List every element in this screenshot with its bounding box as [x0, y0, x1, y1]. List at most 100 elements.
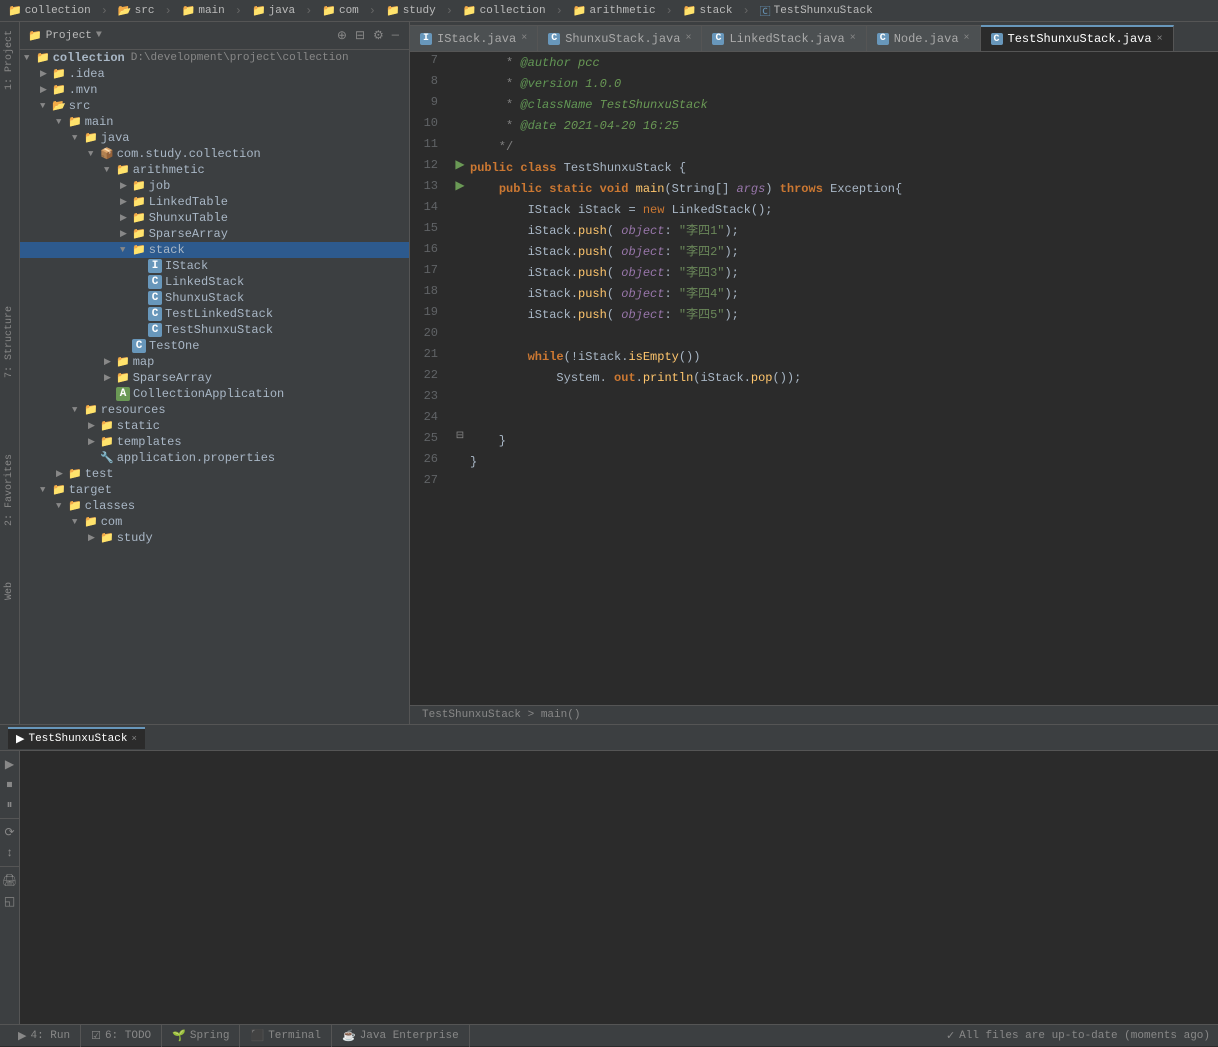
tree-target[interactable]: ▼ 📁 target	[20, 482, 409, 498]
bc-arithmetic[interactable]: 📁 arithmetic	[573, 4, 656, 18]
line-content-16: iStack.push( object: "李四2");	[470, 241, 1218, 262]
tree-sparsearray2[interactable]: ▶ 📁 SparseArray	[20, 370, 409, 386]
tree-classes[interactable]: ▼ 📁 classes	[20, 498, 409, 514]
tree-sparsearray[interactable]: ▶ 📁 SparseArray	[20, 226, 409, 242]
side-tab-favorites[interactable]: 2: Favorites	[1, 446, 18, 534]
tree-test-icon: 📁	[68, 467, 82, 481]
tab-tss-close[interactable]: ×	[1157, 34, 1163, 45]
run-tab-close[interactable]: ×	[132, 734, 137, 744]
line-num-11: 11	[410, 136, 450, 151]
tree-testlinkedstack[interactable]: ▶ C TestLinkedStack	[20, 306, 409, 322]
sidebar-settings-btn[interactable]: ⚙	[371, 28, 386, 43]
tree-map-label: map	[133, 355, 155, 369]
tab-node-close[interactable]: ×	[964, 33, 970, 44]
tree-shunxustack[interactable]: ▶ C ShunxuStack	[20, 290, 409, 306]
tree-sa-icon: 📁	[132, 227, 146, 241]
tree-test[interactable]: ▶ 📁 test	[20, 466, 409, 482]
bc-com[interactable]: 📁 com	[322, 4, 359, 18]
sidebar: 📁 Project ▼ ⊕ ⊟ ⚙ — ▼ 📁 collection D:	[20, 22, 410, 724]
bc-testshunxu[interactable]: 🄲 TestShunxuStack	[760, 3, 873, 19]
tree-mvn[interactable]: ▶ 📁 .mvn	[20, 82, 409, 98]
bc-main[interactable]: 📁 main	[182, 4, 225, 18]
status-tab-spring[interactable]: 🌱 Spring	[162, 1025, 240, 1047]
layout-btn[interactable]: ◱	[2, 892, 17, 911]
sidebar-collapse-btn[interactable]: ⊟	[353, 28, 367, 43]
tree-main-label: main	[85, 115, 114, 129]
editor-area: I IStack.java × C ShunxuStack.java × C L…	[410, 22, 1218, 724]
code-editor[interactable]: 7 * @author pcc 8 * @version 1.0.0 9 * @…	[410, 52, 1218, 705]
dropdown-arrow[interactable]: ▼	[96, 30, 102, 41]
tree-job[interactable]: ▶ 📁 job	[20, 178, 409, 194]
bc-study[interactable]: 📁 study	[386, 4, 436, 18]
tree-src[interactable]: ▼ 📂 src	[20, 98, 409, 114]
run-btn[interactable]: ▶	[3, 755, 16, 774]
tree-main[interactable]: ▼ 📁 main	[20, 114, 409, 130]
stop-btn[interactable]: ⏹	[4, 776, 14, 794]
tab-testshunxu[interactable]: C TestShunxuStack.java ×	[981, 25, 1174, 51]
tab-node[interactable]: C Node.java ×	[867, 25, 981, 51]
tree-stack[interactable]: ▼ 📁 stack	[20, 242, 409, 258]
bc-collection2[interactable]: 📁 collection	[463, 4, 546, 18]
bc-java[interactable]: 📁 java	[252, 4, 295, 18]
status-msg-text: All files are up-to-date (moments ago)	[959, 1030, 1210, 1042]
status-tab-todo[interactable]: ☑ 6: TODO	[81, 1025, 162, 1047]
side-tab-structure[interactable]: 7: Structure	[1, 298, 18, 386]
sidebar-sync-btn[interactable]: ⊕	[335, 28, 349, 43]
tree-root-collection[interactable]: ▼ 📁 collection D:\development\project\co…	[20, 50, 409, 66]
scroll-btn[interactable]: ↕	[4, 844, 15, 862]
tree-linkedstack[interactable]: ▶ C LinkedStack	[20, 274, 409, 290]
tree-package[interactable]: ▼ 📦 com.study.collection	[20, 146, 409, 162]
tab-istack[interactable]: I IStack.java ×	[410, 25, 538, 51]
tree-map-icon: 📁	[116, 355, 130, 369]
tree-shunxutable[interactable]: ▶ 📁 ShunxuTable	[20, 210, 409, 226]
print-btn[interactable]: 🖨	[0, 871, 19, 890]
tree-stack-icon: 📁	[132, 243, 146, 257]
tree-linkedtable[interactable]: ▶ 📁 LinkedTable	[20, 194, 409, 210]
tree-static[interactable]: ▶ 📁 static	[20, 418, 409, 434]
tree-arrow-test: ▶	[56, 469, 68, 479]
status-tab-run[interactable]: ▶ 4: Run	[8, 1025, 81, 1047]
status-tab-terminal[interactable]: ⬛ Terminal	[240, 1025, 332, 1047]
side-tab-project[interactable]: 1: Project	[1, 22, 18, 98]
tab-shunxustack[interactable]: C ShunxuStack.java ×	[538, 25, 702, 51]
tree-testone[interactable]: ▶ C TestOne	[20, 338, 409, 354]
tree-templates[interactable]: ▶ 📁 templates	[20, 434, 409, 450]
line-gutter-12: ▶	[450, 157, 470, 172]
tab-istack-close[interactable]: ×	[521, 33, 527, 44]
bc-src[interactable]: 📂 src	[118, 4, 155, 18]
tree-idea[interactable]: ▶ 📁 .idea	[20, 66, 409, 82]
tree-java[interactable]: ▼ 📁 java	[20, 130, 409, 146]
tree-res-icon: 📁	[84, 403, 98, 417]
tree-resources[interactable]: ▼ 📁 resources	[20, 402, 409, 418]
tree-study-target[interactable]: ▶ 📁 study	[20, 530, 409, 546]
line-num-24: 24	[410, 409, 450, 424]
tree-ls-label: LinkedStack	[165, 275, 244, 289]
bc-stack[interactable]: 📁 stack	[683, 4, 733, 18]
sidebar-minimize-btn[interactable]: —	[390, 28, 401, 43]
tree-tss-label: TestShunxuStack	[165, 323, 273, 337]
run-arrow-13[interactable]: ▶	[455, 178, 464, 193]
tree-collectionapp[interactable]: ▶ A CollectionApplication	[20, 386, 409, 402]
tree-istack[interactable]: ▶ I IStack	[20, 258, 409, 274]
tree-testshunxustack[interactable]: ▶ C TestShunxuStack	[20, 322, 409, 338]
tab-ss-close[interactable]: ×	[685, 33, 691, 44]
side-tab-web[interactable]: Web	[1, 574, 18, 608]
tree-com-target[interactable]: ▼ 📁 com	[20, 514, 409, 530]
bc-sep1: ›	[101, 4, 108, 18]
bc-collection[interactable]: 📁 collection	[8, 4, 91, 18]
tree-istack-label: IStack	[165, 259, 208, 273]
tree-arrow-lt: ▶	[120, 197, 132, 207]
rerun-btn[interactable]: ⟳	[2, 823, 16, 842]
run-arrow-12[interactable]: ▶	[455, 157, 464, 172]
tree-appprops[interactable]: ▶ 🔧 application.properties	[20, 450, 409, 466]
todo-icon: ☑	[91, 1029, 101, 1043]
tab-ls-close[interactable]: ×	[850, 33, 856, 44]
status-tab-javaent[interactable]: ☕ Java Enterprise	[332, 1025, 470, 1047]
tree-sa2-label: SparseArray	[133, 371, 212, 385]
fold-icon-25[interactable]: ⊟	[456, 430, 464, 442]
tree-map[interactable]: ▶ 📁 map	[20, 354, 409, 370]
tree-arithmetic[interactable]: ▼ 📁 arithmetic	[20, 162, 409, 178]
bottom-tab-run[interactable]: ▶ TestShunxuStack ×	[8, 727, 145, 749]
pause-btn[interactable]: ⏸	[4, 796, 14, 814]
tab-linkedstack[interactable]: C LinkedStack.java ×	[702, 25, 866, 51]
